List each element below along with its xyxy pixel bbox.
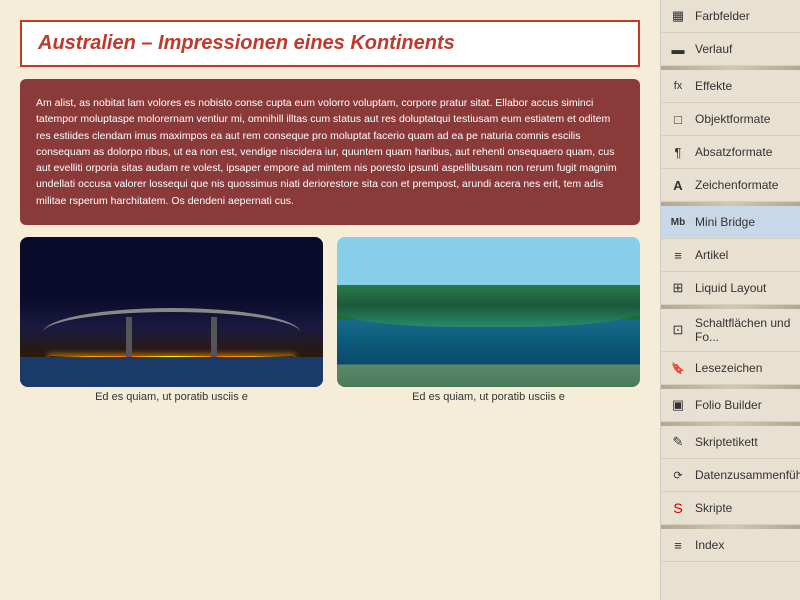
mini-bridge-icon: Mb — [669, 213, 687, 231]
lesezeichen-icon: 🔖 — [669, 359, 687, 377]
effekte-icon: fx — [669, 77, 687, 95]
schaltflachen-icon: ⊡ — [669, 321, 687, 339]
sidebar-label-farbfelder: Farbfelder — [695, 9, 750, 23]
bridge-tower-right — [211, 317, 217, 357]
page-title: Australien – Impressionen eines Kontinen… — [20, 20, 640, 67]
sidebar-item-verlauf[interactable]: ▬ Verlauf — [661, 33, 800, 66]
image-caption-1: Ed es quiam, ut poratib usciis e — [20, 391, 323, 403]
skripte-icon: S — [669, 499, 687, 517]
folio-builder-icon: ▣ — [669, 396, 687, 414]
coast-image — [337, 237, 640, 387]
index-icon: ≡ — [669, 536, 687, 554]
image-frame-2 — [337, 237, 640, 387]
sidebar-label-skripte: Skripte — [695, 501, 732, 515]
sidebar-item-index[interactable]: ≡ Index — [661, 529, 800, 562]
sidebar-label-zeichenformate: Zeichenformate — [695, 178, 778, 192]
sidebar-label-effekte: Effekte — [695, 79, 732, 93]
sidebar-item-skriptetikett[interactable]: ✎ Skriptetikett — [661, 426, 800, 459]
sidebar-label-liquid-layout: Liquid Layout — [695, 281, 766, 295]
sidebar-label-artikel: Artikel — [695, 248, 728, 262]
sidebar-label-index: Index — [695, 538, 724, 552]
sidebar-item-farbfelder[interactable]: ▦ Farbfelder — [661, 0, 800, 33]
bridge-lights — [50, 356, 292, 359]
absatzformate-icon: ¶ — [669, 143, 687, 161]
sidebar-item-datenzusammenfuhr[interactable]: ⟳ Datenzusammenführ... — [661, 459, 800, 492]
sidebar-label-skriptetikett: Skriptetikett — [695, 435, 758, 449]
liquid-layout-icon: ⊞ — [669, 279, 687, 297]
bridge-reflection — [65, 367, 277, 385]
sidebar-label-folio-builder: Folio Builder — [695, 398, 762, 412]
sidebar-item-objektformate[interactable]: □ Objektformate — [661, 103, 800, 136]
datenzusammenfuhr-icon: ⟳ — [669, 466, 687, 484]
artikel-icon: ≡ — [669, 246, 687, 264]
image-container-1: Ed es quiam, ut poratib usciis e — [20, 237, 323, 403]
image-frame-1 — [20, 237, 323, 387]
sidebar-label-datenzusammenfuhr: Datenzusammenführ... — [695, 468, 800, 482]
body-text-block: Am alist, as nobitat lam volores es nobi… — [20, 79, 640, 225]
sidebar-item-lesezeichen[interactable]: 🔖 Lesezeichen — [661, 352, 800, 385]
skriptetikett-icon: ✎ — [669, 433, 687, 451]
sidebar-item-skripte[interactable]: S Skripte — [661, 492, 800, 525]
main-content: Australien – Impressionen eines Kontinen… — [0, 0, 660, 600]
zeichenformate-icon: A — [669, 176, 687, 194]
sidebar-item-mini-bridge[interactable]: Mb Mini Bridge — [661, 206, 800, 239]
images-row: Ed es quiam, ut poratib usciis e Ed es q… — [20, 237, 640, 403]
sidebar-item-zeichenformate[interactable]: A Zeichenformate — [661, 169, 800, 202]
image-caption-2: Ed es quiam, ut poratib usciis e — [337, 391, 640, 403]
sidebar-item-artikel[interactable]: ≡ Artikel — [661, 239, 800, 272]
sidebar-item-effekte[interactable]: fx Effekte — [661, 70, 800, 103]
sidebar-label-verlauf: Verlauf — [695, 42, 732, 56]
sidebar-label-mini-bridge: Mini Bridge — [695, 215, 755, 229]
sidebar-label-absatzformate: Absatzformate — [695, 145, 772, 159]
sidebar-item-liquid-layout[interactable]: ⊞ Liquid Layout — [661, 272, 800, 305]
sidebar-item-absatzformate[interactable]: ¶ Absatzformate — [661, 136, 800, 169]
bridge-image — [20, 237, 323, 387]
sidebar-label-schaltflachen: Schaltflächen und Fo... — [695, 316, 792, 344]
sidebar: ▦ Farbfelder ▬ Verlauf fx Effekte □ Obje… — [660, 0, 800, 600]
sidebar-item-schaltflachen[interactable]: ⊡ Schaltflächen und Fo... — [661, 309, 800, 352]
farbfelder-icon: ▦ — [669, 7, 687, 25]
bridge-tower-left — [126, 317, 132, 357]
sidebar-label-lesezeichen: Lesezeichen — [695, 361, 762, 375]
sidebar-label-objektformate: Objektformate — [695, 112, 770, 126]
objektformate-icon: □ — [669, 110, 687, 128]
verlauf-icon: ▬ — [669, 40, 687, 58]
body-text: Am alist, as nobitat lam volores es nobi… — [36, 97, 617, 207]
image-container-2: Ed es quiam, ut poratib usciis e — [337, 237, 640, 403]
sidebar-item-folio-builder[interactable]: ▣ Folio Builder — [661, 389, 800, 422]
